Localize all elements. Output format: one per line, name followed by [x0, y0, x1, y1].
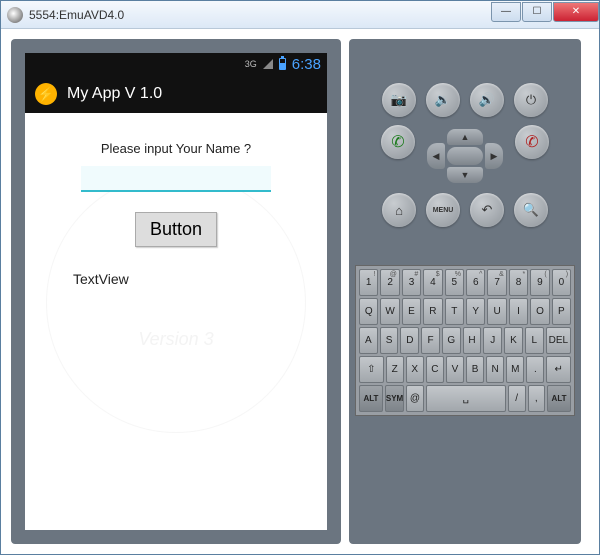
volume-up-button[interactable]: 🔊	[470, 83, 504, 117]
battery-icon	[279, 58, 286, 70]
key-n[interactable]: N	[486, 356, 504, 383]
key-v[interactable]: V	[446, 356, 464, 383]
hardware-keyboard: 1!2@3#4$5%6^7&8*9(0) QWERTYUIOP ASDFGHJK…	[355, 265, 575, 416]
key-q[interactable]: Q	[359, 298, 378, 325]
call-button[interactable]: ✆	[381, 125, 415, 159]
key-0[interactable]: 0)	[552, 269, 571, 296]
key-u[interactable]: U	[487, 298, 506, 325]
end-call-button[interactable]: ✆	[515, 125, 549, 159]
window-titlebar: 5554:EmuAVD4.0 — ☐ ✕	[1, 1, 599, 29]
network-indicator: 3G	[245, 59, 257, 69]
android-statusbar: 3G 6:38	[25, 53, 327, 75]
key-k[interactable]: K	[504, 327, 523, 354]
controls-panel: 📷 🔉 🔊 ⏻ ✆ ▲ ◀ ▶ ▼ ✆	[349, 39, 581, 544]
key-sym[interactable]: SYM	[385, 385, 404, 412]
key-↵[interactable]: ↵	[546, 356, 571, 383]
dpad: ▲ ◀ ▶ ▼	[425, 125, 505, 185]
home-button[interactable]: ⌂	[382, 193, 416, 227]
key-g[interactable]: G	[442, 327, 461, 354]
dpad-center[interactable]	[447, 147, 483, 165]
clock: 6:38	[292, 56, 321, 73]
key-p[interactable]: P	[552, 298, 571, 325]
key-1[interactable]: 1!	[359, 269, 378, 296]
key-␣[interactable]: ␣	[426, 385, 506, 412]
key-z[interactable]: Z	[386, 356, 404, 383]
key-b[interactable]: B	[466, 356, 484, 383]
app-title: My App V 1.0	[67, 85, 162, 103]
key-6[interactable]: 6^	[466, 269, 485, 296]
emulator-window: 5554:EmuAVD4.0 — ☐ ✕ 3G 6:38 ⚡ My App V …	[0, 0, 600, 555]
key-j[interactable]: J	[483, 327, 502, 354]
key-,[interactable]: ,	[528, 385, 546, 412]
power-button[interactable]: ⏻	[514, 83, 548, 117]
window-title: 5554:EmuAVD4.0	[29, 8, 490, 22]
key-@[interactable]: @	[406, 385, 424, 412]
key-⇧[interactable]: ⇧	[359, 356, 384, 383]
key-m[interactable]: M	[506, 356, 524, 383]
camera-button[interactable]: 📷	[382, 83, 416, 117]
submit-button[interactable]: Button	[135, 212, 217, 247]
key-w[interactable]: W	[380, 298, 399, 325]
key-o[interactable]: O	[530, 298, 549, 325]
key-7[interactable]: 7&	[487, 269, 506, 296]
key-alt[interactable]: ALT	[359, 385, 383, 412]
key-2[interactable]: 2@	[380, 269, 399, 296]
key-f[interactable]: F	[421, 327, 440, 354]
key-d[interactable]: D	[400, 327, 419, 354]
window-buttons: — ☐ ✕	[490, 2, 599, 24]
menu-button[interactable]: MENU	[426, 193, 460, 227]
app-content: Please input Your Name ? Button TextView	[25, 113, 327, 530]
control-buttons: 📷 🔉 🔊 ⏻ ✆ ▲ ◀ ▶ ▼ ✆	[357, 75, 573, 235]
key-t[interactable]: T	[445, 298, 464, 325]
key-9[interactable]: 9(	[530, 269, 549, 296]
key-e[interactable]: E	[402, 298, 421, 325]
search-button[interactable]: 🔍	[514, 193, 548, 227]
phone-frame: 3G 6:38 ⚡ My App V 1.0 Please input Your…	[11, 39, 341, 544]
signal-icon	[263, 59, 273, 69]
key-alt[interactable]: ALT	[547, 385, 571, 412]
app-titlebar: ⚡ My App V 1.0	[25, 75, 327, 113]
name-prompt-label: Please input Your Name ?	[43, 141, 309, 156]
key-/[interactable]: /	[508, 385, 526, 412]
dpad-left[interactable]: ◀	[427, 143, 445, 169]
key-del[interactable]: DEL	[546, 327, 571, 354]
minimize-button[interactable]: —	[491, 2, 521, 22]
key-h[interactable]: H	[463, 327, 482, 354]
dpad-down[interactable]: ▼	[447, 167, 483, 183]
key-y[interactable]: Y	[466, 298, 485, 325]
maximize-button[interactable]: ☐	[522, 2, 552, 22]
key-x[interactable]: X	[406, 356, 424, 383]
emulator-body: 3G 6:38 ⚡ My App V 1.0 Please input Your…	[1, 29, 599, 554]
back-button[interactable]: ↶	[470, 193, 504, 227]
key-8[interactable]: 8*	[509, 269, 528, 296]
key-s[interactable]: S	[380, 327, 399, 354]
key-c[interactable]: C	[426, 356, 444, 383]
phone-screen: 3G 6:38 ⚡ My App V 1.0 Please input Your…	[25, 53, 327, 530]
key-.[interactable]: .	[526, 356, 544, 383]
key-4[interactable]: 4$	[423, 269, 442, 296]
key-5[interactable]: 5%	[445, 269, 464, 296]
volume-down-button[interactable]: 🔉	[426, 83, 460, 117]
dpad-right[interactable]: ▶	[485, 143, 503, 169]
dpad-up[interactable]: ▲	[447, 129, 483, 145]
key-r[interactable]: R	[423, 298, 442, 325]
key-a[interactable]: A	[359, 327, 378, 354]
key-l[interactable]: L	[525, 327, 544, 354]
key-3[interactable]: 3#	[402, 269, 421, 296]
app-icon: ⚡	[35, 83, 57, 105]
key-i[interactable]: I	[509, 298, 528, 325]
close-button[interactable]: ✕	[553, 2, 599, 22]
name-input[interactable]	[81, 166, 271, 192]
textview-label: TextView	[73, 271, 309, 287]
app-favicon	[7, 7, 23, 23]
